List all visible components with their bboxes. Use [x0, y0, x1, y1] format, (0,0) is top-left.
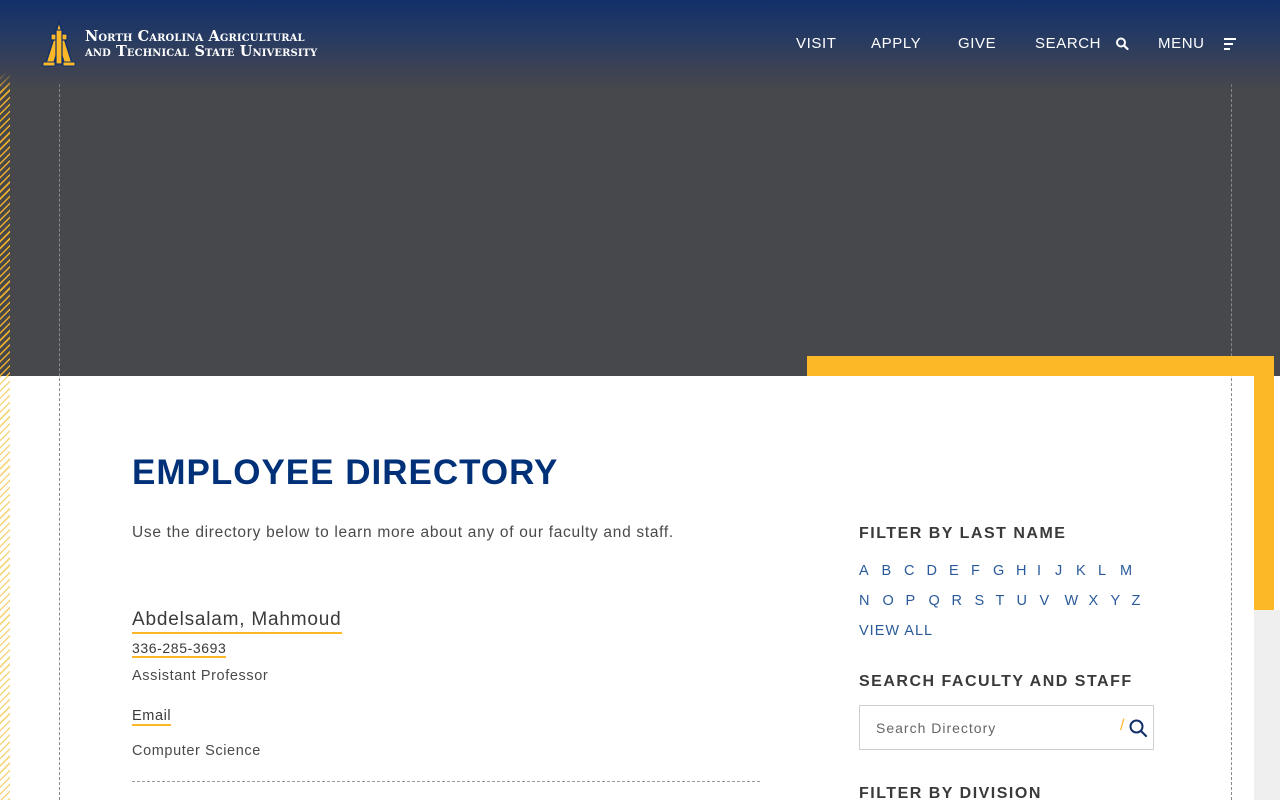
letter-filter-y[interactable]: Y: [1111, 593, 1132, 609]
search-staff-heading: SEARCH FACULTY AND STAFF: [859, 673, 1133, 690]
view-all-link[interactable]: VIEW ALL: [859, 623, 933, 639]
university-logo-link[interactable]: North Carolina Agricultural and Technica…: [39, 20, 379, 68]
search-icon[interactable]: [1115, 36, 1129, 52]
employee-email-link[interactable]: Email: [132, 708, 172, 726]
filter-division-heading: FILTER BY DIVISION: [859, 785, 1042, 800]
guide-line-left: [59, 84, 60, 800]
letter-filter-a[interactable]: A: [859, 563, 882, 579]
letter-filter-d[interactable]: D: [927, 563, 950, 579]
letter-filter-n[interactable]: N: [859, 593, 883, 609]
page-title: EMPLOYEE DIRECTORY: [132, 453, 559, 492]
letter-filter-p[interactable]: P: [906, 593, 929, 609]
nav-search[interactable]: SEARCH: [1035, 34, 1101, 54]
letter-filter-c[interactable]: C: [904, 563, 927, 579]
logo-line-2: and Technical State University: [85, 43, 318, 60]
employee-divider: [132, 781, 760, 782]
letter-filter-row-2: NOPQRSTUVWXYZ: [859, 593, 1154, 609]
letter-filter-h[interactable]: H: [1016, 563, 1037, 579]
menu-icon[interactable]: [1223, 36, 1237, 52]
employee-department: Computer Science: [132, 743, 261, 759]
letter-filter-k[interactable]: K: [1076, 563, 1098, 579]
search-submit-icon[interactable]: [1128, 718, 1148, 738]
letter-filter-m[interactable]: M: [1120, 563, 1142, 579]
page-stripe-accent: [0, 376, 10, 800]
employee-name-link[interactable]: Abdelsalam, Mahmoud: [132, 608, 342, 634]
letter-filter-r[interactable]: R: [952, 593, 975, 609]
letter-filter-j[interactable]: J: [1055, 563, 1076, 579]
guide-line-right: [1231, 84, 1232, 800]
directory-search-box: /: [859, 705, 1154, 750]
aggie-logo-icon: [42, 20, 76, 67]
site-header: North Carolina Agricultural and Technica…: [0, 0, 1280, 90]
letter-filter-u[interactable]: U: [1017, 593, 1040, 609]
letter-filter-g[interactable]: G: [993, 563, 1016, 579]
letter-filter-t[interactable]: T: [996, 593, 1017, 609]
letter-filter-b[interactable]: B: [882, 563, 905, 579]
letter-filter-o[interactable]: O: [883, 593, 906, 609]
nav-menu[interactable]: MENU: [1158, 34, 1205, 54]
letter-filter-w[interactable]: W: [1065, 593, 1089, 609]
nav-give[interactable]: GIVE: [958, 34, 996, 54]
letter-filter-i[interactable]: I: [1037, 563, 1055, 579]
university-name: North Carolina Agricultural and Technica…: [85, 29, 317, 59]
search-slash-decoration: /: [1120, 717, 1125, 734]
logo-line-1: North Carolina Agricultural: [85, 28, 305, 45]
letter-filter-e[interactable]: E: [949, 563, 971, 579]
letter-filter-z[interactable]: Z: [1132, 593, 1154, 609]
nav-apply[interactable]: APPLY: [871, 34, 921, 54]
intro-text: Use the directory below to learn more ab…: [132, 524, 674, 541]
directory-search-input[interactable]: [876, 718, 1106, 738]
employee-phone-link[interactable]: 336-285-3693: [132, 640, 227, 658]
gray-side-panel: [1254, 610, 1280, 800]
letter-filter-s[interactable]: S: [975, 593, 996, 609]
letter-filter-v[interactable]: V: [1040, 593, 1065, 609]
letter-filter-x[interactable]: X: [1089, 593, 1111, 609]
gold-accent-side: [1254, 356, 1274, 610]
nav-visit[interactable]: VISIT: [796, 34, 837, 54]
gold-accent-bar: [807, 356, 1274, 376]
filter-last-name-heading: FILTER BY LAST NAME: [859, 525, 1067, 542]
employee-title: Assistant Professor: [132, 668, 269, 684]
letter-filter-row-1: ABCDEFGHIJKLM: [859, 563, 1142, 579]
letter-filter-q[interactable]: Q: [929, 593, 952, 609]
letter-filter-l[interactable]: L: [1098, 563, 1120, 579]
letter-filter-f[interactable]: F: [971, 563, 993, 579]
